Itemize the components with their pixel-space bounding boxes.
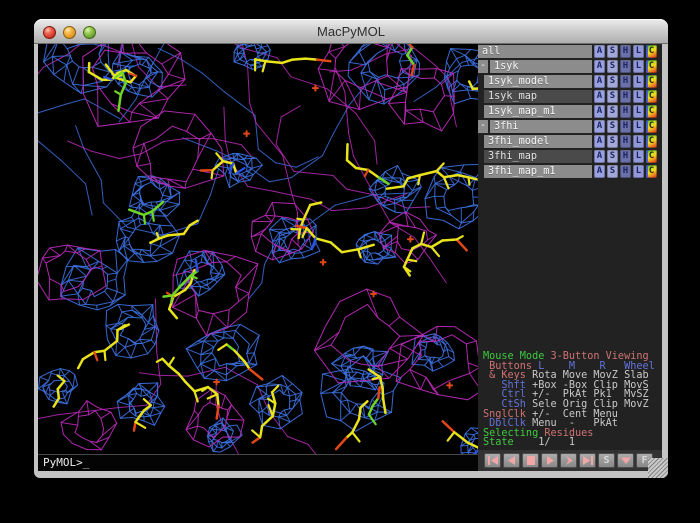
c-menu-button[interactable]: C [646,45,657,58]
h-menu-button[interactable]: H [620,120,631,133]
object-panel: allASHLC-1sykASHLC1syk_modelASHLC1syk_ma… [478,44,662,471]
command-prompt[interactable]: PyMOL>_ [38,454,478,471]
object-list: allASHLC-1sykASHLC1syk_modelASHLC1syk_ma… [478,45,662,180]
playback-controls: SF [478,450,662,471]
s-menu-button[interactable]: S [607,60,618,73]
s-menu-button[interactable]: S [607,45,618,58]
a-menu-button[interactable]: A [594,105,605,118]
step-back-button[interactable] [503,453,520,468]
object-row-1syk_map: 1syk_mapASHLC [478,90,662,103]
object-row-1syk: -1sykASHLC [478,60,662,73]
object-name[interactable]: 1syk_map_m1 [484,105,592,118]
c-menu-button[interactable]: C [646,135,657,148]
object-name[interactable]: 3fhi_map_m1 [484,165,592,178]
s-menu-button[interactable]: S [607,150,618,163]
rewind-button[interactable] [484,453,501,468]
h-menu-button[interactable]: H [620,60,631,73]
collapse-toggle[interactable]: - [478,60,488,73]
collapse-toggle[interactable]: - [478,120,488,133]
back-icon [506,456,518,465]
s-menu-button[interactable]: S [607,90,618,103]
skip-end-button[interactable] [579,453,596,468]
h-menu-button[interactable]: H [620,90,631,103]
object-row-1syk_map_m1: 1syk_map_m1ASHLC [478,105,662,118]
a-menu-button[interactable]: A [594,60,605,73]
object-row-3fhi_map_m1: 3fhi_map_m1ASHLC [478,165,662,178]
l-menu-button[interactable]: L [633,75,644,88]
macpymol-window: MacPyMOL PyMOL>_ allASHLC-1sykASHLC1syk_… [34,19,668,478]
l-menu-button[interactable]: L [633,45,644,58]
h-menu-button[interactable]: H [620,105,631,118]
down-triangle-icon [620,456,632,465]
c-menu-button[interactable]: C [646,60,657,73]
l-menu-button[interactable]: L [633,165,644,178]
c-menu-button[interactable]: C [646,105,657,118]
l-menu-button[interactable]: L [633,105,644,118]
object-name[interactable]: 3fhi_map [484,150,592,163]
a-menu-button[interactable]: A [594,90,605,103]
menu-button[interactable] [617,453,634,468]
object-row-all: allASHLC [478,45,662,58]
h-menu-button[interactable]: H [620,165,631,178]
c-menu-button[interactable]: C [646,150,657,163]
h-menu-button[interactable]: H [620,150,631,163]
s-menu-button[interactable]: S [607,120,618,133]
a-menu-button[interactable]: A [594,120,605,133]
object-name[interactable]: 1syk_map [484,90,592,103]
desktop-background: MacPyMOL PyMOL>_ allASHLC-1sykASHLC1syk_… [0,0,700,523]
window-content: PyMOL>_ allASHLC-1sykASHLC1syk_modelASHL… [38,44,662,471]
a-menu-button[interactable]: A [594,45,605,58]
object-row-1syk_model: 1syk_modelASHLC [478,75,662,88]
window-titlebar[interactable]: MacPyMOL [34,19,668,44]
object-row-3fhi: -3fhiASHLC [478,120,662,133]
skip-start-icon [487,456,499,465]
command-prompt-text: PyMOL>_ [43,456,89,469]
c-menu-button[interactable]: C [646,75,657,88]
a-menu-button[interactable]: A [594,165,605,178]
play-button[interactable] [541,453,558,468]
c-menu-button[interactable]: C [646,165,657,178]
object-name[interactable]: all [478,45,592,58]
object-name[interactable]: 3fhi_model [484,135,592,148]
object-row-3fhi_model: 3fhi_modelASHLC [478,135,662,148]
play-icon [544,456,556,465]
mouse-mode-panel[interactable]: Mouse Mode 3-Button Viewing Buttons L M … [483,352,661,448]
window-title: MacPyMOL [34,24,668,39]
object-name[interactable]: 3fhi [490,120,592,133]
h-menu-button[interactable]: H [620,75,631,88]
h-menu-button[interactable]: H [620,135,631,148]
molecular-render [38,44,478,471]
h-menu-button[interactable]: H [620,45,631,58]
mouse-panel-line: State 1/ 1 [483,438,661,448]
a-menu-button[interactable]: A [594,75,605,88]
a-menu-button[interactable]: A [594,135,605,148]
step-forward-button[interactable] [560,453,577,468]
l-menu-button[interactable]: L [633,60,644,73]
s-menu-button[interactable]: S [607,135,618,148]
stop-button[interactable] [522,453,539,468]
c-menu-button[interactable]: C [646,90,657,103]
object-name[interactable]: 1syk [490,60,592,73]
stop-icon [525,456,537,465]
a-menu-button[interactable]: A [594,150,605,163]
l-menu-button[interactable]: L [633,90,644,103]
object-name[interactable]: 1syk_model [484,75,592,88]
l-menu-button[interactable]: L [633,150,644,163]
s-menu-button[interactable]: S [607,105,618,118]
s-menu-button[interactable]: S [607,165,618,178]
viewport-3d[interactable]: PyMOL>_ [38,44,478,471]
resize-grip[interactable] [648,458,668,478]
l-menu-button[interactable]: L [633,120,644,133]
object-row-3fhi_map: 3fhi_mapASHLC [478,150,662,163]
c-menu-button[interactable]: C [646,120,657,133]
skip-end-icon [582,456,594,465]
scene-button[interactable]: S [598,453,615,468]
l-menu-button[interactable]: L [633,135,644,148]
s-menu-button[interactable]: S [607,75,618,88]
forward-icon [563,456,575,465]
